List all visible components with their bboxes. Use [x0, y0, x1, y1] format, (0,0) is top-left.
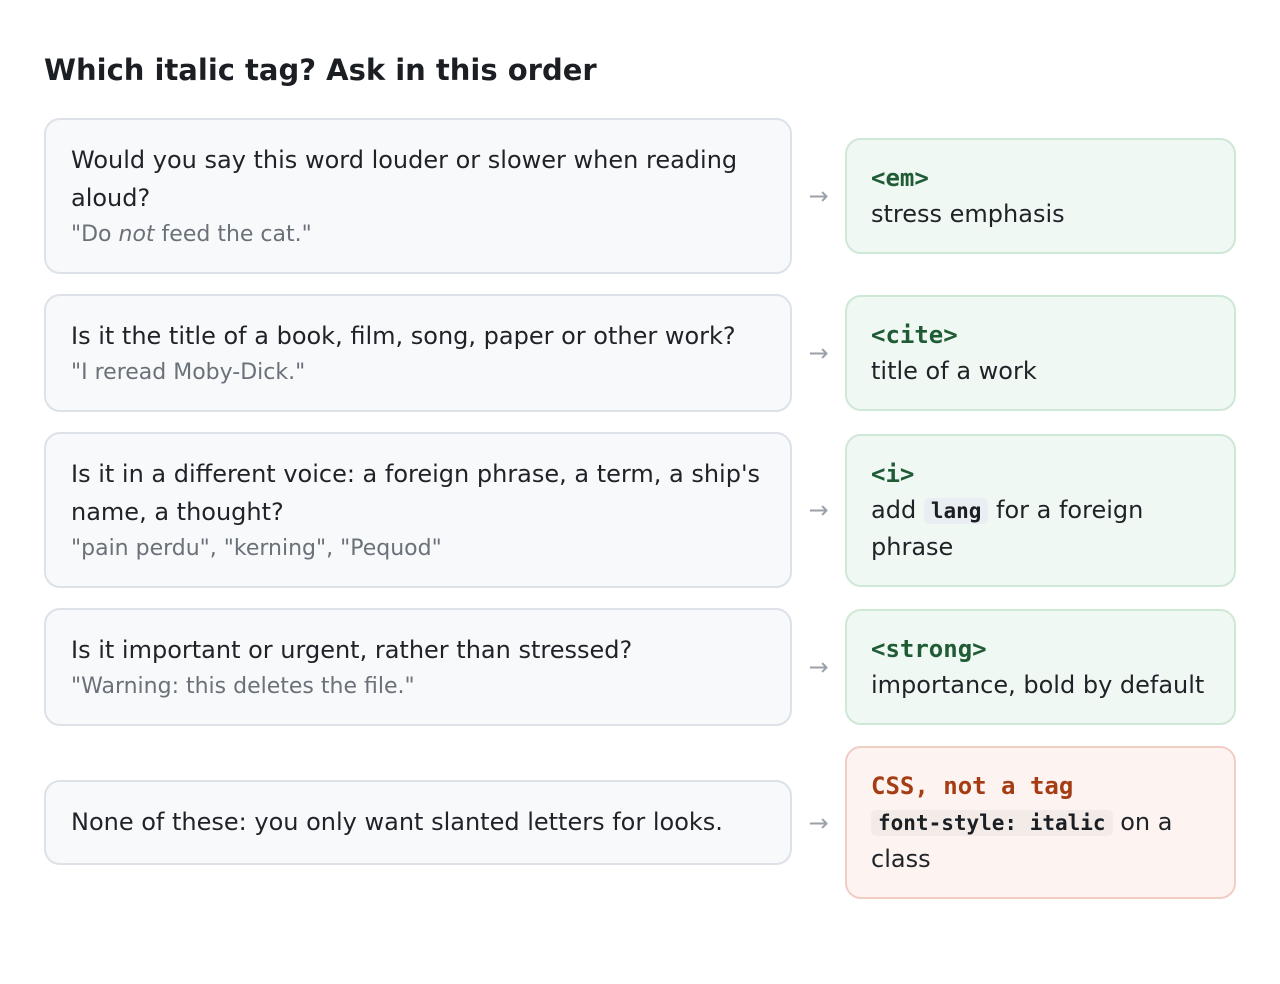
- answer-description: font-style: italic on a class: [871, 804, 1210, 877]
- decision-rows: Would you say this word louder or slower…: [44, 118, 1236, 899]
- decision-row-strong: Is it important or urgent, rather than s…: [44, 608, 1236, 726]
- question-text: Is it in a different voice: a foreign ph…: [71, 460, 761, 526]
- arrow-icon: →: [808, 496, 829, 524]
- question-text: Is it the title of a book, film, song, p…: [71, 322, 736, 350]
- question-example: "I reread Moby-Dick.": [71, 360, 306, 385]
- code-snippet: lang: [923, 497, 989, 524]
- page-title: Which italic tag? Ask in this order: [44, 53, 597, 87]
- answer-description: stress emphasis: [871, 200, 1065, 228]
- decision-row-i: Is it in a different voice: a foreign ph…: [44, 432, 1236, 588]
- answer-tag: <em>: [871, 164, 929, 192]
- answer-tag: <cite>: [871, 321, 958, 349]
- answer-card-cite: <cite> title of a work: [845, 295, 1236, 411]
- question-card: Is it the title of a book, film, song, p…: [44, 294, 792, 412]
- example-emphasis: not: [118, 222, 155, 247]
- answer-card-strong: <strong> importance, bold by default: [845, 609, 1236, 725]
- answer-card-i: <i> add lang for a foreign phrase: [845, 433, 1236, 587]
- question-example: "Warning: this deletes the file.": [71, 674, 415, 699]
- description-text: add: [871, 495, 924, 524]
- answer-description: importance, bold by default: [871, 671, 1205, 699]
- answer-description: title of a work: [871, 357, 1037, 385]
- question-text: Would you say this word louder or slower…: [71, 146, 738, 212]
- question-text: None of these: you only want slanted let…: [71, 808, 723, 836]
- example-text: "Do: [71, 222, 119, 247]
- answer-card-css: CSS, not a tag font-style: italic on a c…: [845, 746, 1236, 899]
- question-example: "pain perdu", "kerning", "Pequod": [71, 536, 442, 561]
- code-snippet: font-style: italic: [871, 810, 1113, 836]
- answer-card-em: <em> stress emphasis: [845, 138, 1236, 254]
- answer-tag: CSS, not a tag: [871, 772, 1074, 800]
- question-example: "Do not feed the cat.": [71, 220, 764, 250]
- arrow-icon: →: [808, 182, 829, 210]
- arrow-icon: →: [808, 808, 829, 837]
- question-card: Is it important or urgent, rather than s…: [44, 608, 792, 726]
- answer-tag: <i>: [871, 459, 915, 488]
- question-card: Would you say this word louder or slower…: [44, 118, 792, 274]
- decision-row-cite: Is it the title of a book, film, song, p…: [44, 294, 1236, 412]
- answer-description: add lang for a foreign phrase: [871, 492, 1210, 565]
- arrow-icon: →: [808, 339, 829, 367]
- answer-tag: <strong>: [871, 635, 987, 663]
- decision-row-css: None of these: you only want slanted let…: [44, 746, 1236, 899]
- question-card: None of these: you only want slanted let…: [44, 780, 792, 865]
- question-card: Is it in a different voice: a foreign ph…: [44, 432, 792, 588]
- example-text: feed the cat.": [154, 222, 312, 247]
- question-text: Is it important or urgent, rather than s…: [71, 636, 633, 664]
- arrow-icon: →: [808, 653, 829, 681]
- decision-guide: Which italic tag? Ask in this order Woul…: [0, 0, 1280, 899]
- decision-row-em: Would you say this word louder or slower…: [44, 118, 1236, 274]
